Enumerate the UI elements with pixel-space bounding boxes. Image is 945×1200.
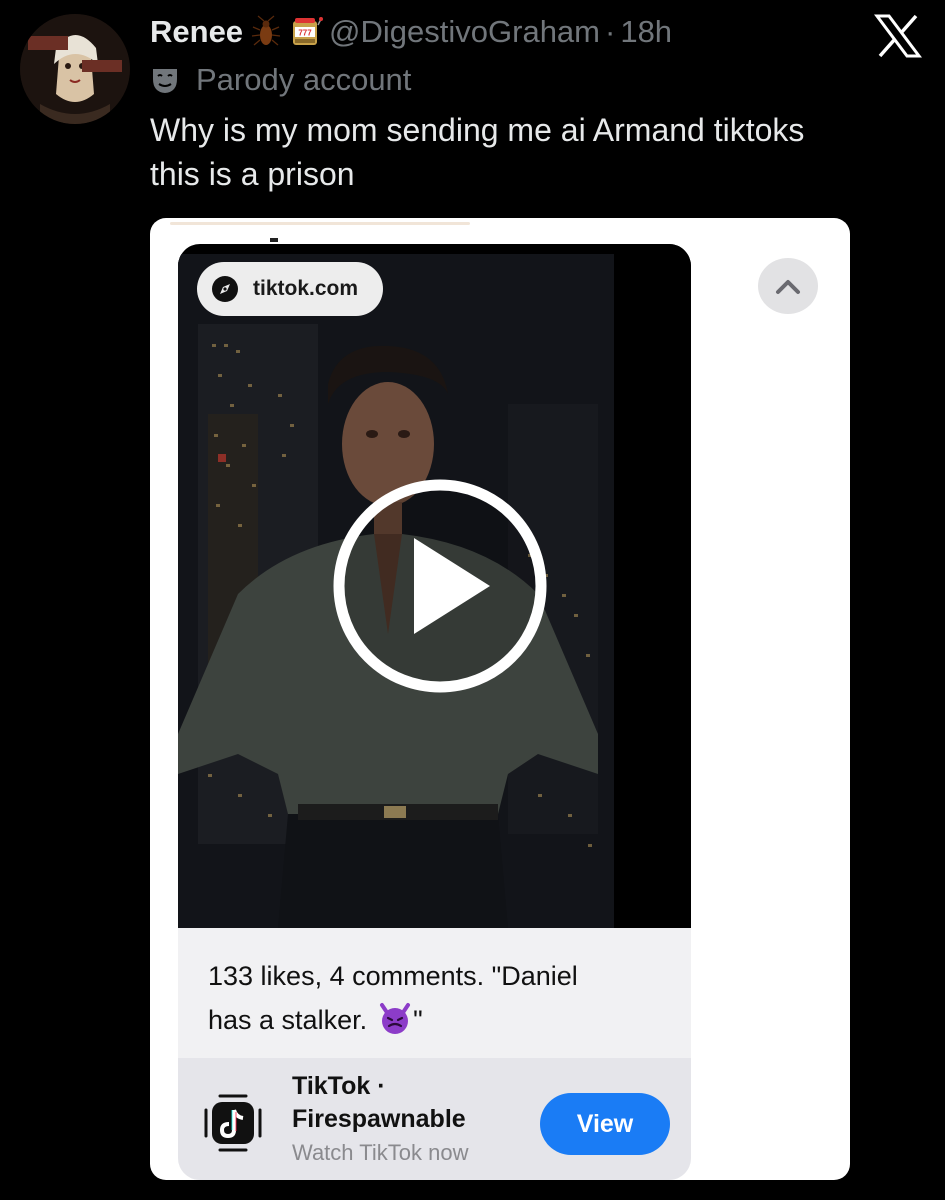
svg-text:777: 777 [298, 29, 312, 38]
tweet-header: Renee 777 @DigestivoGraham · 18h [150, 12, 672, 52]
app-subtitle: Firespawnable [292, 1105, 466, 1133]
caption-line: 133 likes, 4 comments. "Daniel [208, 961, 578, 991]
caption-line: has a stalker. [208, 1005, 368, 1035]
caption-line-2: has a stalker. " [208, 998, 658, 1042]
video-preview[interactable]: tiktok.com [178, 244, 691, 928]
slot-machine-icon: 777 [289, 15, 324, 49]
url-text: tiktok.com [253, 277, 359, 300]
app-banner: TikTok · Firespawnable Watch TikTok now … [178, 1058, 691, 1180]
play-icon[interactable] [328, 474, 552, 698]
display-name[interactable]: Renee [150, 14, 243, 50]
separator-dot: · [605, 14, 616, 49]
parody-label: Parody account [150, 60, 411, 100]
link-preview-card: tiktok.com 133 likes, 4 comments. "Danie… [178, 244, 691, 1180]
top-divider [170, 222, 470, 225]
tiktok-app-icon[interactable] [198, 1088, 268, 1158]
tweet-text-line: Why is my mom sending me ai Armand tikto… [150, 112, 805, 148]
compass-icon [211, 275, 239, 303]
app-title: TikTok · [292, 1072, 386, 1100]
cropped-text-fragment [270, 238, 278, 242]
x-logo-icon[interactable] [874, 14, 922, 58]
view-button[interactable]: View [540, 1093, 670, 1155]
parody-text: Parody account [196, 62, 412, 97]
caption-end: " [413, 1005, 423, 1035]
theater-mask-icon [150, 65, 180, 95]
link-caption: 133 likes, 4 comments. "Daniel has a sta… [208, 954, 658, 1042]
url-pill[interactable]: tiktok.com [197, 262, 383, 316]
cockroach-icon [249, 15, 283, 49]
tweet-text: Why is my mom sending me ai Armand tikto… [150, 108, 920, 196]
video-side-area [614, 244, 691, 928]
avatar[interactable] [20, 14, 130, 124]
timestamp[interactable]: 18h [620, 14, 672, 50]
app-note: Watch TikTok now [292, 1140, 469, 1165]
user-handle[interactable]: @DigestivoGraham [329, 14, 600, 50]
attached-image[interactable]: tiktok.com 133 likes, 4 comments. "Danie… [150, 218, 850, 1180]
tweet-text-line: this is a prison [150, 156, 355, 192]
chevron-up-icon[interactable] [758, 258, 818, 314]
smiling-devil-icon [377, 1001, 413, 1035]
